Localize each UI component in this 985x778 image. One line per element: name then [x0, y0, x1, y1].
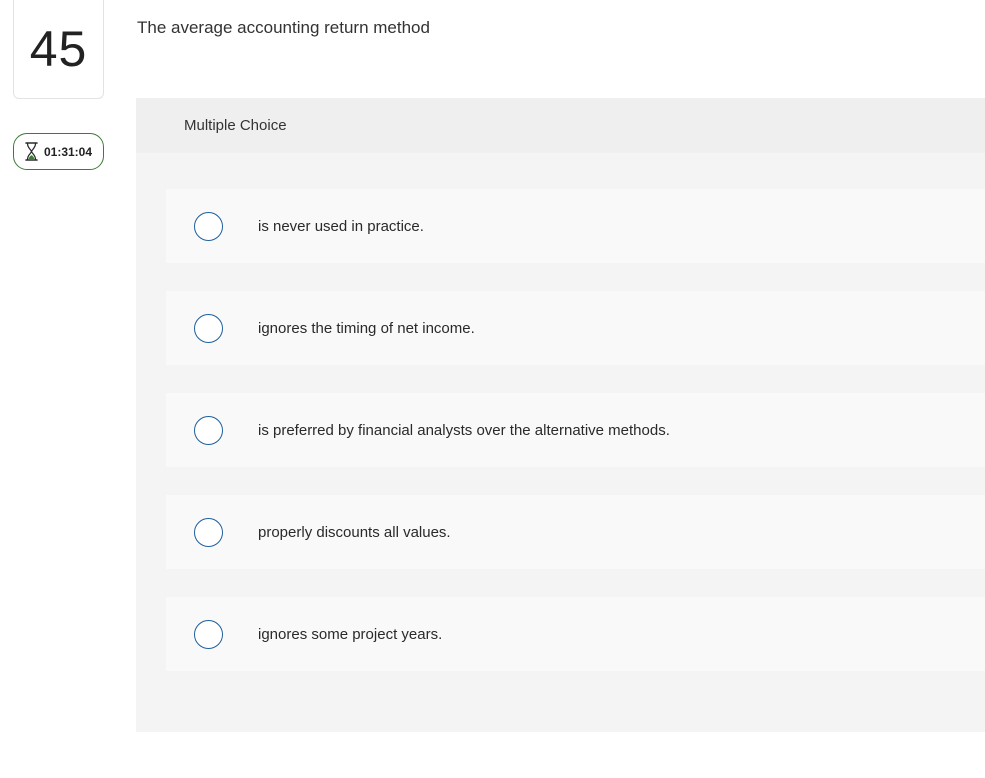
answer-option[interactable]: ignores some project years. — [166, 597, 985, 671]
answer-options: is never used in practice. ignores the t… — [166, 189, 985, 699]
radio-button[interactable] — [194, 517, 223, 547]
radio-button[interactable] — [194, 313, 223, 343]
hourglass-icon — [25, 142, 38, 161]
radio-button[interactable] — [194, 415, 223, 445]
radio-button[interactable] — [194, 211, 223, 241]
answer-option[interactable]: properly discounts all values. — [166, 495, 985, 569]
question-number: 45 — [29, 21, 88, 77]
answer-option[interactable]: is never used in practice. — [166, 189, 985, 263]
answer-option[interactable]: ignores the timing of net income. — [166, 291, 985, 365]
answer-panel: Multiple Choice is never used in practic… — [136, 98, 985, 732]
answer-option-label: properly discounts all values. — [258, 523, 451, 541]
question-prompt: The average accounting return method — [137, 18, 430, 37]
answer-option-label: ignores the timing of net income. — [258, 319, 475, 337]
question-type-header: Multiple Choice — [136, 98, 985, 153]
question-number-box: 45 — [13, 0, 104, 99]
answer-option[interactable]: is preferred by financial analysts over … — [166, 393, 985, 467]
question-type-label: Multiple Choice — [184, 117, 287, 134]
answer-option-label: is preferred by financial analysts over … — [258, 421, 670, 439]
answer-option-label: ignores some project years. — [258, 625, 443, 643]
question-page: 45 01:31:04 The average accounting retur… — [0, 0, 985, 778]
timer-value: 01:31:04 — [43, 144, 93, 159]
radio-button[interactable] — [194, 619, 223, 649]
answer-option-label: is never used in practice. — [258, 217, 424, 235]
timer-badge: 01:31:04 — [13, 133, 104, 170]
